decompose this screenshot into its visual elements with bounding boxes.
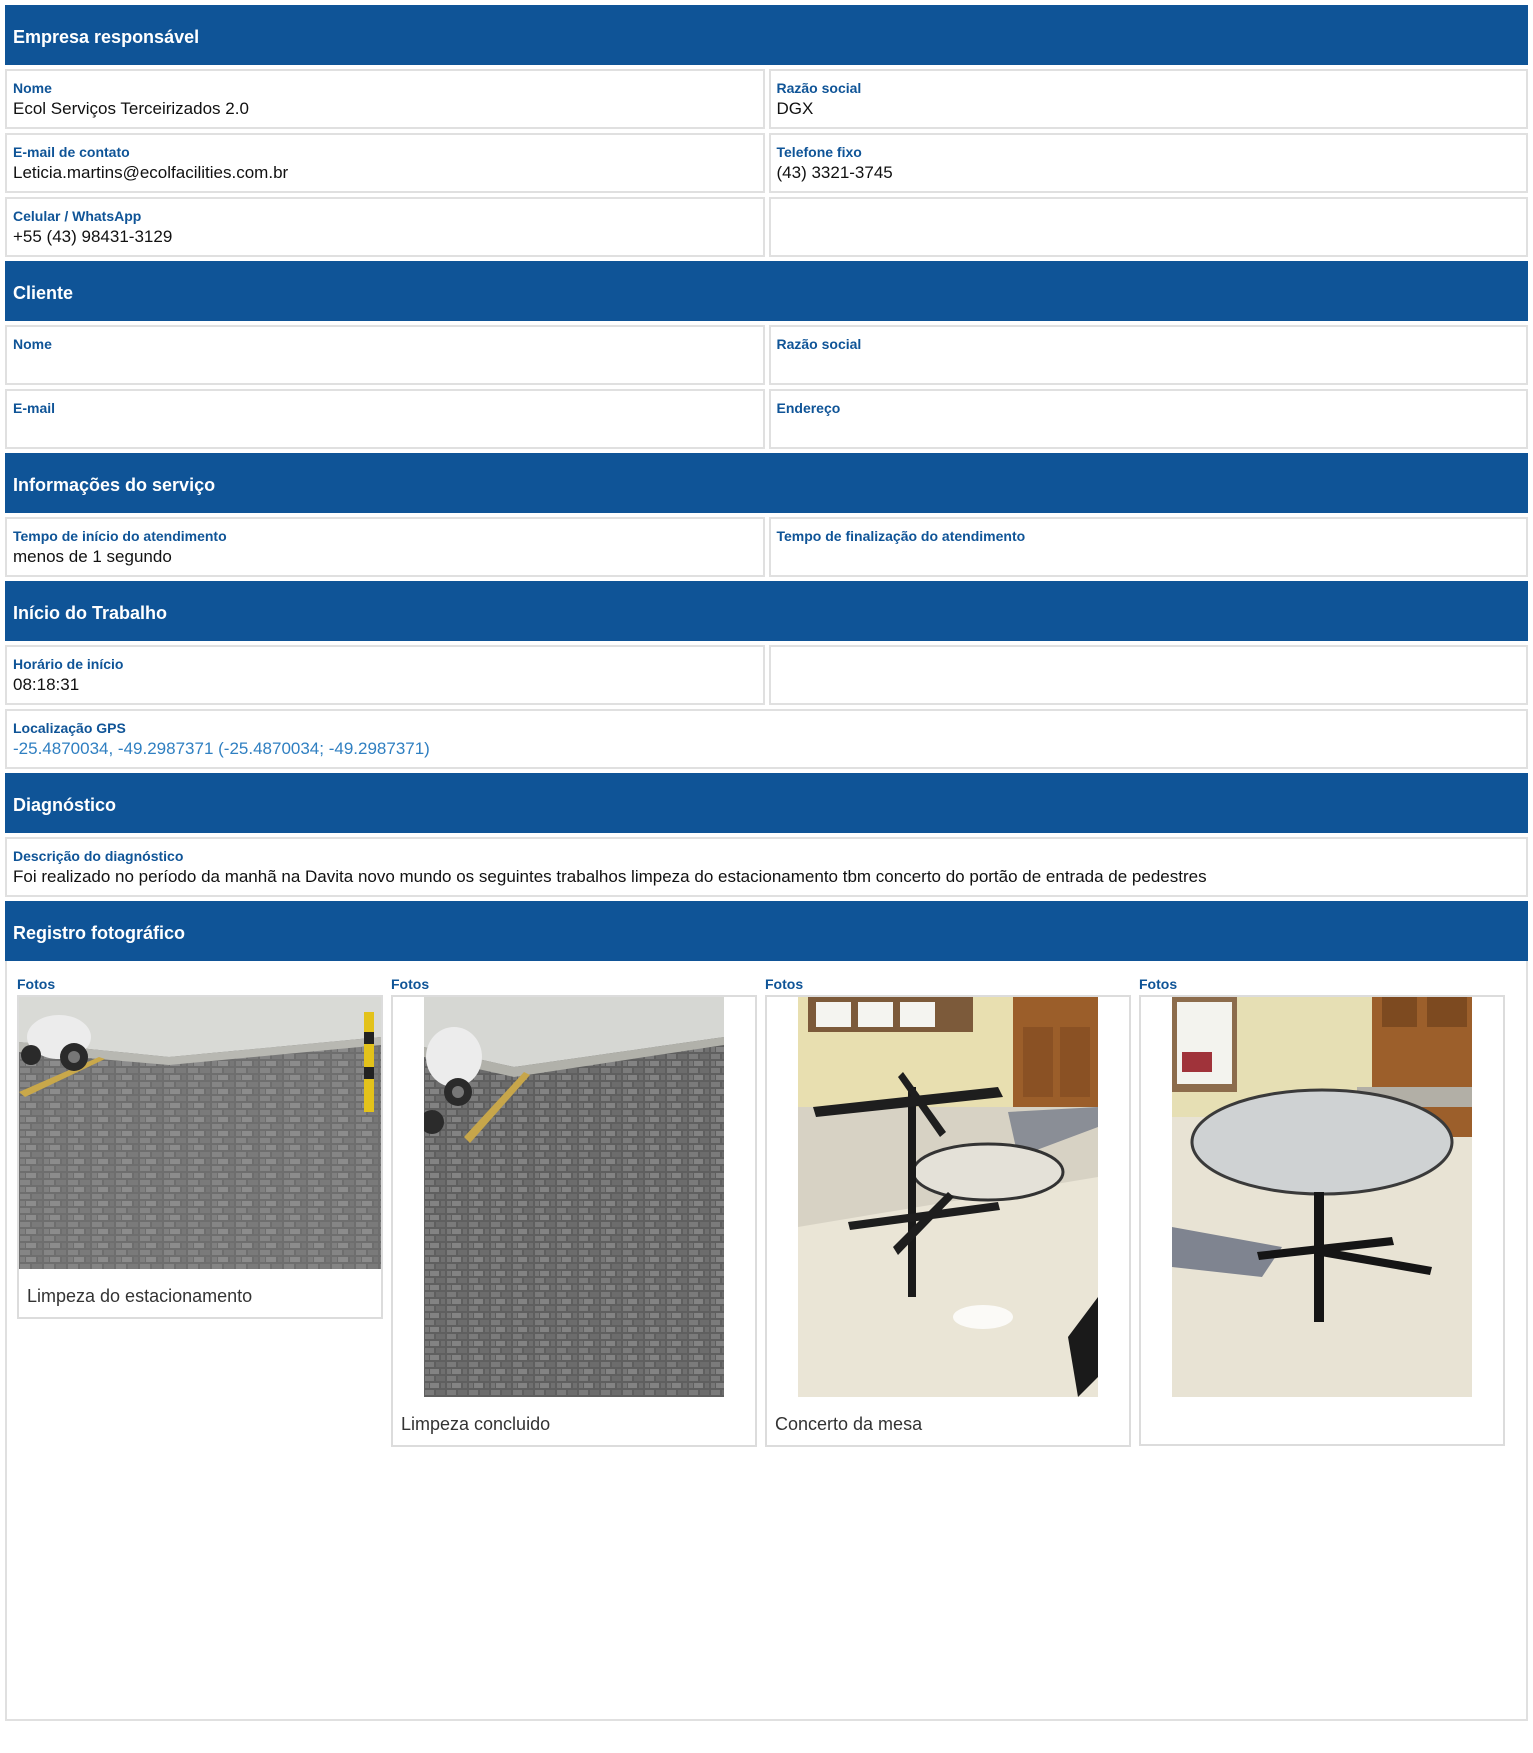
field-label: Horário de início (13, 656, 124, 672)
field-servico-fim: Tempo de finalização do atendimento (768, 517, 1528, 577)
photo-card[interactable]: Limpeza concluido (391, 995, 757, 1447)
parking-lot-photo-icon[interactable] (424, 997, 724, 1397)
section-title: Informações do serviço (13, 474, 216, 495)
field-row: Nome Ecol Serviços Terceirizados 2.0 Raz… (5, 69, 1528, 129)
photo-item: Fotos (391, 976, 757, 1447)
photo-item: Fotos (1139, 976, 1505, 1446)
section-title: Cliente (13, 282, 74, 303)
section-title: Diagnóstico (13, 794, 117, 815)
section-title: Início do Trabalho (13, 602, 168, 623)
section-header-empresa: Empresa responsável (5, 5, 1528, 65)
section-header-trabalho: Início do Trabalho (5, 581, 1528, 641)
empty-cell (768, 645, 1528, 705)
field-row: Localização GPS -25.4870034, -49.2987371… (5, 709, 1528, 769)
field-label: Nome (13, 80, 52, 96)
photo-card[interactable]: Concerto da mesa (765, 995, 1131, 1447)
field-value: Foi realizado no período da manhã na Dav… (13, 867, 1207, 886)
photo-card[interactable]: Limpeza do estacionamento (17, 995, 383, 1319)
photo-label: Fotos (17, 976, 56, 992)
section-title: Empresa responsável (13, 26, 200, 47)
field-label: Tempo de finalização do atendimento (776, 528, 1026, 544)
field-row: Tempo de início do atendimento menos de … (5, 517, 1528, 577)
field-value: DGX (776, 99, 814, 118)
photo-item: Fotos (765, 976, 1131, 1447)
field-value: 08:18:31 (13, 675, 80, 694)
section-header-cliente: Cliente (5, 261, 1528, 321)
field-value: +55 (43) 98431-3129 (13, 227, 173, 246)
section-title: Registro fotográfico (13, 922, 186, 943)
photo-label: Fotos (1139, 976, 1178, 992)
parking-lot-photo-icon[interactable] (19, 997, 381, 1269)
round-table-photo-icon[interactable] (1172, 997, 1472, 1397)
empty-cell (768, 197, 1528, 257)
gps-link[interactable]: -25.4870034, -49.2987371 (-25.4870034; -… (13, 738, 1520, 760)
field-row: Descrição do diagnóstico Foi realizado n… (5, 837, 1528, 897)
field-trabalho-gps: Localização GPS -25.4870034, -49.2987371… (5, 709, 1528, 769)
field-label: Razão social (776, 80, 862, 96)
field-label: Telefone fixo (776, 144, 862, 160)
field-row: E-mail Endereço (5, 389, 1528, 449)
field-empresa-nome: Nome Ecol Serviços Terceirizados 2.0 (5, 69, 765, 129)
field-label: Localização GPS (13, 720, 126, 736)
report-page: Empresa responsável Nome Ecol Serviços T… (5, 5, 1528, 1721)
field-row: Nome Razão social (5, 325, 1528, 385)
field-label: Razão social (776, 336, 862, 352)
field-value: Leticia.martins@ecolfacilities.com.br (13, 163, 289, 182)
field-label: E-mail de contato (13, 144, 130, 160)
photo-item: Fotos (17, 976, 383, 1319)
field-label: Celular / WhatsApp (13, 208, 142, 224)
photo-gallery: Fotos Limpeza do estacionamento Fotos Li… (5, 961, 1528, 1721)
field-value: Ecol Serviços Terceirizados 2.0 (13, 99, 249, 118)
field-servico-inicio: Tempo de início do atendimento menos de … (5, 517, 765, 577)
field-label: E-mail (13, 400, 56, 416)
section-header-fotos: Registro fotográfico (5, 901, 1528, 961)
field-label: Descrição do diagnóstico (13, 848, 184, 864)
table-repair-photo-icon[interactable] (798, 997, 1098, 1397)
field-value: (43) 3321-3745 (776, 163, 893, 182)
photo-card[interactable] (1139, 995, 1505, 1446)
field-trabalho-horario: Horário de início 08:18:31 (5, 645, 765, 705)
field-row: E-mail de contato Leticia.martins@ecolfa… (5, 133, 1528, 193)
field-empresa-email: E-mail de contato Leticia.martins@ecolfa… (5, 133, 765, 193)
photo-caption: Concerto da mesa (775, 1414, 923, 1434)
photo-caption (1141, 1397, 1503, 1444)
field-row: Horário de início 08:18:31 (5, 645, 1528, 705)
field-diagnostico-descricao: Descrição do diagnóstico Foi realizado n… (5, 837, 1528, 897)
field-empresa-celular: Celular / WhatsApp +55 (43) 98431-3129 (5, 197, 765, 257)
field-label: Endereço (776, 400, 841, 416)
field-cliente-endereco: Endereço (768, 389, 1528, 449)
section-header-diagnostico: Diagnóstico (5, 773, 1528, 833)
field-label: Tempo de início do atendimento (13, 528, 227, 544)
field-value: menos de 1 segundo (13, 547, 172, 566)
field-empresa-telefone: Telefone fixo (43) 3321-3745 (768, 133, 1528, 193)
section-header-servico: Informações do serviço (5, 453, 1528, 513)
field-label: Nome (13, 336, 52, 352)
field-cliente-razao: Razão social (768, 325, 1528, 385)
photo-label: Fotos (765, 976, 804, 992)
photo-caption: Limpeza do estacionamento (27, 1286, 253, 1306)
field-cliente-email: E-mail (5, 389, 765, 449)
photo-caption: Limpeza concluido (401, 1414, 551, 1434)
field-row: Celular / WhatsApp +55 (43) 98431-3129 (5, 197, 1528, 257)
field-empresa-razao: Razão social DGX (768, 69, 1528, 129)
photo-label: Fotos (391, 976, 430, 992)
field-cliente-nome: Nome (5, 325, 765, 385)
